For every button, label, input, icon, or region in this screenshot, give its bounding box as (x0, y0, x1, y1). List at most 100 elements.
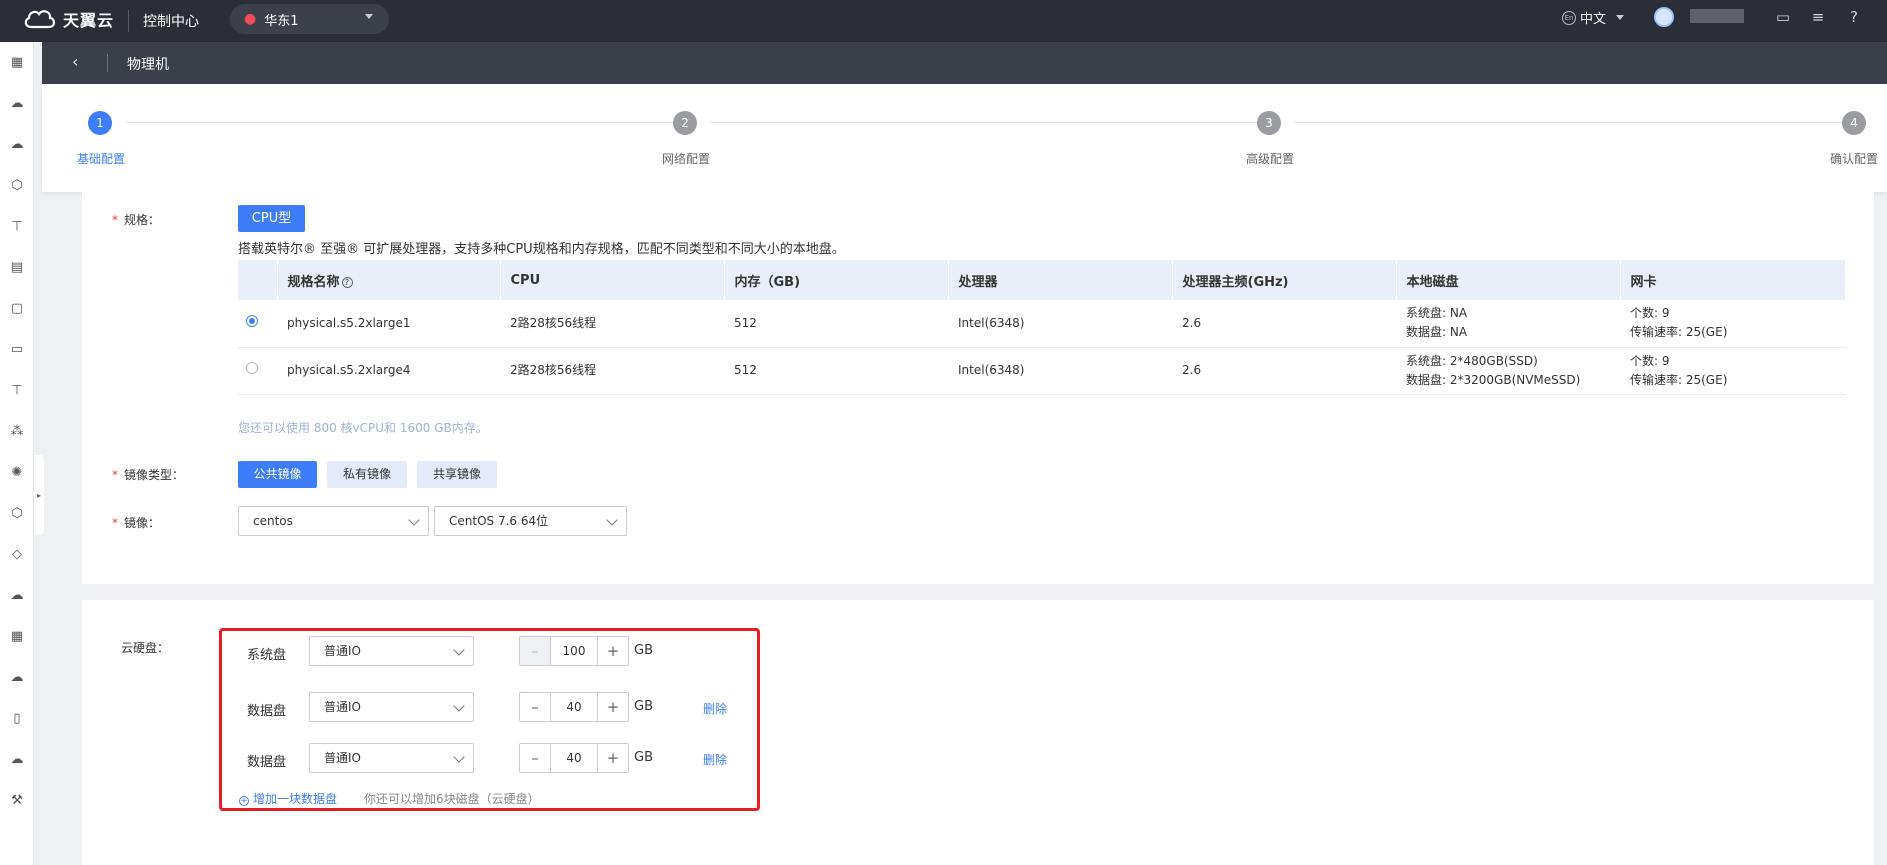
add-data-disk-link[interactable]: + 增加一块数据盘 (239, 790, 337, 807)
column-frequency: 处理器主频(GHz) (1172, 260, 1397, 300)
table-row[interactable]: physical.s5.2xlarge4 2路28核56线程 512 Intel… (238, 347, 1846, 395)
increment-button[interactable]: + (598, 637, 628, 665)
help-icon[interactable]: ? (341, 276, 353, 288)
row-radio[interactable] (238, 347, 277, 395)
increment-button[interactable]: + (598, 744, 628, 772)
caret-down-icon (1616, 15, 1625, 20)
spec-processor: Intel(6348) (948, 347, 1172, 395)
qr-icon[interactable]: ▦ (8, 628, 26, 646)
cloud-active-icon[interactable]: ☁ (8, 669, 26, 687)
spec-memory: 512 (724, 300, 948, 348)
table-row[interactable]: physical.s5.2xlarge1 2路28核56线程 512 Intel… (238, 300, 1846, 348)
cloud-eye-icon[interactable]: ☁ (8, 751, 26, 769)
rail-expand-handle[interactable]: ▸ (34, 455, 44, 535)
chevron-down-icon (453, 751, 465, 763)
spec-processor: Intel(6348) (948, 300, 1172, 348)
spec-table: 规格名称? CPU 内存（GB) 处理器 处理器主频(GHz) 本地磁盘 网卡 … (238, 260, 1846, 395)
column-nic: 网卡 (1620, 260, 1846, 300)
spec-name: physical.s5.2xlarge1 (277, 300, 500, 348)
tshirt-icon[interactable]: ⊤ (8, 218, 26, 236)
disk-row-name: 数据盘 (247, 755, 287, 770)
tool-icon[interactable]: ⚒ (8, 792, 26, 810)
brand-logo[interactable]: 天翼云 (22, 7, 114, 31)
radio-unselected[interactable] (246, 362, 258, 374)
message-icon[interactable]: ▭ (1772, 6, 1794, 28)
disk-size-value[interactable]: 100 (550, 637, 598, 665)
disk-type-select[interactable]: 普通IO (309, 743, 474, 773)
cloud-icon-2[interactable]: ☁ (8, 587, 26, 605)
shared-image-button[interactable]: 共享镜像 (417, 461, 497, 488)
chart-icon[interactable]: ▤ (8, 259, 26, 277)
add-disk-note: 你还可以增加6块磁盘（云硬盘） (364, 792, 540, 806)
left-rail: ▦ ☁ ☁ ⬡ ⊤ ▤ ▢ ▭ ⊤ ⁂ ✺ ⬡ ◇ ☁ ▦ ☁ ▯ ☁ ⚒ (0, 42, 34, 865)
os-select[interactable]: centos (238, 506, 429, 536)
console-link[interactable]: 控制中心 (143, 11, 199, 31)
globe-icon: En (1562, 10, 1576, 25)
settings-sliders-icon[interactable]: ≡ (1807, 6, 1829, 28)
disk-size-stepper[interactable]: – 40 + (519, 743, 629, 773)
disk-size-stepper[interactable]: – 100 + (519, 636, 629, 666)
gear-icon[interactable]: ✺ (8, 464, 26, 482)
delete-disk-link[interactable]: 删除 (703, 700, 727, 717)
quota-hint: 您还可以使用 800 核vCPU和 1600 GB内存。 (238, 421, 488, 435)
disk-unit: GB (634, 699, 653, 714)
region-selector[interactable]: ● 华东1 (230, 4, 389, 34)
step-connector (710, 122, 1280, 123)
username-redacted[interactable] (1690, 9, 1744, 23)
phone-icon[interactable]: ▯ (8, 710, 26, 728)
decrement-button[interactable]: – (520, 693, 550, 721)
disk-size-stepper[interactable]: – 40 + (519, 692, 629, 722)
language-selector[interactable]: En 中文 (1562, 8, 1625, 27)
private-image-button[interactable]: 私有镜像 (327, 461, 407, 488)
cpu-type-button[interactable]: CPU型 (238, 205, 305, 232)
region-name: 华东1 (264, 13, 299, 29)
disk-type-select[interactable]: 普通IO (309, 692, 474, 722)
help-icon[interactable]: ? (1843, 6, 1865, 28)
image-type-label: * 镜像类型： (112, 468, 185, 482)
page-header: ‹ 物理机 (42, 42, 1887, 84)
decrement-button[interactable]: – (520, 637, 550, 665)
hexagon-icon[interactable]: ⬡ (8, 505, 26, 523)
step-2-circle[interactable]: 2 (673, 111, 697, 135)
public-image-button[interactable]: 公共镜像 (238, 461, 317, 488)
step-2-label[interactable]: 网络配置 (662, 150, 710, 167)
radio-selected[interactable] (246, 314, 258, 327)
step-4-circle[interactable]: 4 (1842, 111, 1866, 135)
caret-down-icon (365, 14, 373, 19)
spec-disk: 系统盘: NA 数据盘: NA (1396, 300, 1620, 348)
disk-size-value[interactable]: 40 (550, 744, 598, 772)
chat-icon[interactable]: ▢ (8, 300, 26, 318)
divider (107, 54, 108, 72)
cloud-disk-label: 云硬盘： (121, 641, 170, 655)
cloud-icon[interactable]: ☁ (8, 95, 26, 113)
column-name: 规格名称? (277, 260, 501, 300)
step-1-label[interactable]: 基础配置 (77, 150, 125, 167)
cloud-server-icon[interactable]: ☁ (8, 136, 26, 154)
chevron-left-icon[interactable]: ‹ (72, 52, 78, 71)
cluster-icon[interactable]: ⁂ (8, 423, 26, 441)
location-pin-icon: ● (244, 11, 257, 27)
grid-icon[interactable]: ▦ (8, 54, 26, 72)
cube-icon[interactable]: ⬡ (8, 177, 26, 195)
disk-type-select[interactable]: 普通IO (309, 636, 474, 666)
step-1-circle[interactable]: 1 (88, 111, 112, 135)
chevron-down-icon (606, 514, 618, 526)
delete-disk-link[interactable]: 删除 (703, 751, 727, 768)
spec-label: * 规格： (112, 213, 161, 227)
card-icon[interactable]: ▭ (8, 341, 26, 359)
chevron-down-icon (453, 700, 465, 712)
spec-disk: 系统盘: 2*480GB(SSD) 数据盘: 2*3200GB(NVMeSSD) (1396, 347, 1620, 395)
tshirt-icon-2[interactable]: ⊤ (8, 382, 26, 400)
decrement-button[interactable]: – (520, 744, 550, 772)
increment-button[interactable]: + (598, 693, 628, 721)
step-3-circle[interactable]: 3 (1257, 111, 1281, 135)
chevron-down-icon (408, 514, 420, 526)
box-icon[interactable]: ◇ (8, 546, 26, 564)
os-version-select[interactable]: CentOS 7.6 64位 (434, 506, 627, 536)
chevron-down-icon (453, 644, 465, 656)
row-radio[interactable] (238, 300, 277, 348)
step-4-label[interactable]: 确认配置 (1830, 150, 1878, 167)
disk-size-value[interactable]: 40 (550, 693, 598, 721)
step-3-label[interactable]: 高级配置 (1246, 150, 1294, 167)
avatar[interactable] (1654, 7, 1674, 27)
